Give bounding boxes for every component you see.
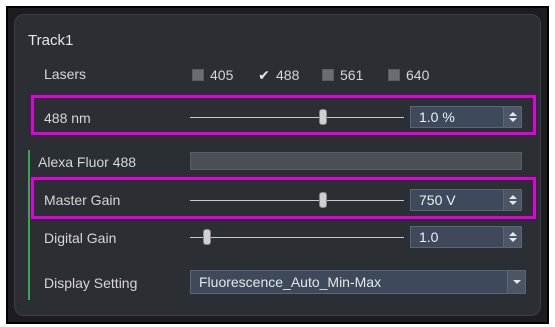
laser-488-label: 488 [276, 67, 300, 83]
laser-488-checkbox[interactable]: ✔ 488 [258, 67, 299, 83]
laser-561-checkbox[interactable]: 561 [322, 67, 363, 83]
digital-gain-slider-track[interactable] [190, 237, 404, 238]
checkbox-unchecked-icon [192, 69, 204, 81]
laser-405-checkbox[interactable]: 405 [192, 67, 233, 83]
display-setting-value: Fluorescence_Auto_Min-Max [199, 274, 382, 290]
lasers-label: Lasers [44, 66, 87, 82]
channel-indicator-line [28, 150, 30, 300]
digital-gain-slider-thumb[interactable] [203, 229, 212, 245]
laser-640-checkbox[interactable]: 640 [388, 67, 429, 83]
laser-561-label: 561 [340, 67, 364, 83]
dye-color-bar [190, 152, 522, 170]
arrow-down-icon [508, 238, 517, 242]
checkbox-unchecked-icon [322, 69, 334, 81]
spin-arrows[interactable] [503, 227, 521, 247]
checkbox-unchecked-icon [388, 69, 400, 81]
arrow-up-icon [508, 232, 517, 236]
laser-405-label: 405 [210, 67, 234, 83]
checkmark-icon: ✔ [258, 67, 270, 83]
display-setting-label: Display Setting [44, 275, 138, 291]
display-setting-dropdown[interactable]: Fluorescence_Auto_Min-Max [190, 270, 526, 294]
digital-gain-value: 1.0 [419, 229, 439, 245]
digital-gain-spinbox[interactable]: 1.0 [410, 226, 522, 248]
highlight-box-laser-power [31, 95, 536, 135]
track-title: Track1 [28, 32, 74, 49]
laser-640-label: 640 [406, 67, 430, 83]
dropdown-button[interactable] [507, 271, 525, 293]
chevron-down-icon [512, 280, 521, 284]
highlight-box-master-gain [31, 177, 536, 219]
digital-gain-label: Digital Gain [44, 230, 117, 246]
dye-label: Alexa Fluor 488 [38, 154, 137, 170]
